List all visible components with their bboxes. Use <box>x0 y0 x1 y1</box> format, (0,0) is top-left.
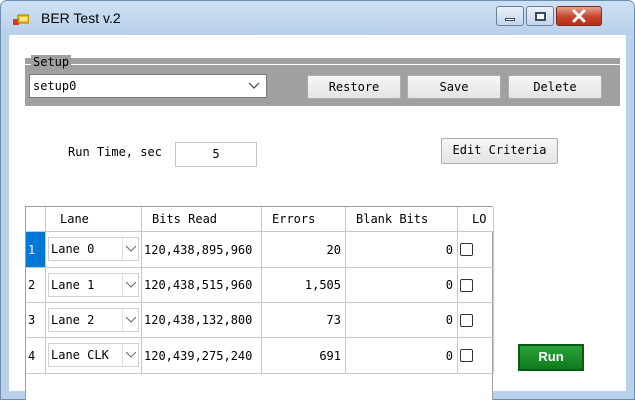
lane-select[interactable]: Lane 0 <box>48 237 139 261</box>
lo-checkbox[interactable] <box>460 349 473 362</box>
errors-cell: 691 <box>262 338 346 374</box>
column-header-errors[interactable]: Errors <box>262 207 346 232</box>
dropdown-button[interactable] <box>122 344 138 366</box>
client-area: Setup setup0 Restore Save Delete Run Tim… <box>9 35 626 400</box>
close-icon <box>572 9 586 23</box>
dropdown-button[interactable] <box>122 238 138 260</box>
blank-bits-cell: 0 <box>346 338 458 374</box>
chevron-down-icon <box>125 245 137 252</box>
delete-button[interactable]: Delete <box>508 75 602 99</box>
restore-button[interactable]: Restore <box>307 75 401 99</box>
dropdown-button[interactable] <box>122 274 138 296</box>
bits-read-cell: 120,439,275,240 <box>142 338 262 374</box>
column-header-blank-bits[interactable]: Blank Bits <box>346 207 458 232</box>
column-header-lo[interactable]: LO <box>458 207 494 232</box>
lane-select[interactable]: Lane 1 <box>48 273 139 297</box>
chevron-down-icon <box>248 82 260 89</box>
column-header-lane[interactable]: Lane <box>46 207 142 232</box>
errors-cell: 73 <box>262 303 346 338</box>
groupbox-border <box>25 64 620 65</box>
lane-cell: Lane 0 <box>46 232 142 268</box>
maximize-button[interactable] <box>526 6 554 26</box>
bits-read-cell: 120,438,132,800 <box>142 303 262 338</box>
run-time-label: Run Time, sec <box>68 145 162 159</box>
minimize-icon <box>505 18 515 21</box>
chevron-down-icon <box>125 281 137 288</box>
lane-select-value: Lane 2 <box>51 313 95 327</box>
run-time-input[interactable]: 5 <box>175 142 257 167</box>
app-icon <box>13 14 29 25</box>
title-bar[interactable]: BER Test v.2 <box>1 1 634 35</box>
grid-corner-header <box>26 207 46 232</box>
bits-read-cell: 120,438,895,960 <box>142 232 262 268</box>
lanes-grid: Lane Bits Read Errors Blank Bits LO 1 La… <box>25 206 494 400</box>
setup-select-value: setup0 <box>33 79 77 93</box>
setup-groupbox: Setup setup0 Restore Save Delete <box>25 55 620 106</box>
row-header-3[interactable]: 3 <box>26 303 46 338</box>
lo-cell <box>458 268 494 303</box>
lo-cell <box>458 303 494 338</box>
lane-select[interactable]: Lane CLK <box>48 343 139 367</box>
lo-cell <box>458 338 494 374</box>
row-header-4[interactable]: 4 <box>26 338 46 374</box>
blank-bits-cell: 0 <box>346 268 458 303</box>
lane-select[interactable]: Lane 2 <box>48 308 139 332</box>
lo-checkbox[interactable] <box>460 279 473 292</box>
save-button[interactable]: Save <box>407 75 501 99</box>
lo-cell <box>458 232 494 268</box>
edit-criteria-button[interactable]: Edit Criteria <box>441 138 558 164</box>
lane-cell: Lane 2 <box>46 303 142 338</box>
chevron-down-icon <box>125 316 137 323</box>
column-header-bits-read[interactable]: Bits Read <box>142 207 262 232</box>
lane-select-value: Lane 1 <box>51 278 95 292</box>
lo-checkbox[interactable] <box>460 314 473 327</box>
window-title: BER Test v.2 <box>41 10 121 26</box>
lane-cell: Lane 1 <box>46 268 142 303</box>
lane-select-value: Lane CLK <box>51 348 109 362</box>
errors-cell: 1,505 <box>262 268 346 303</box>
dropdown-button[interactable] <box>122 309 138 331</box>
bits-read-cell: 120,438,515,960 <box>142 268 262 303</box>
maximize-icon <box>535 12 546 21</box>
setup-group-label: Setup <box>31 55 72 69</box>
blank-bits-cell: 0 <box>346 232 458 268</box>
close-button[interactable] <box>556 6 602 26</box>
minimize-button[interactable] <box>496 6 524 26</box>
setup-select[interactable]: setup0 <box>29 74 267 98</box>
lo-checkbox[interactable] <box>460 243 473 256</box>
main-window: BER Test v.2 Setup setup0 Restore Save D… <box>0 0 635 400</box>
blank-bits-cell: 0 <box>346 303 458 338</box>
run-button[interactable]: Run <box>518 344 584 371</box>
lane-cell: Lane CLK <box>46 338 142 374</box>
row-header-2[interactable]: 2 <box>26 268 46 303</box>
row-header-1[interactable]: 1 <box>26 232 46 268</box>
errors-cell: 20 <box>262 232 346 268</box>
lane-select-value: Lane 0 <box>51 242 95 256</box>
chevron-down-icon <box>125 351 137 358</box>
